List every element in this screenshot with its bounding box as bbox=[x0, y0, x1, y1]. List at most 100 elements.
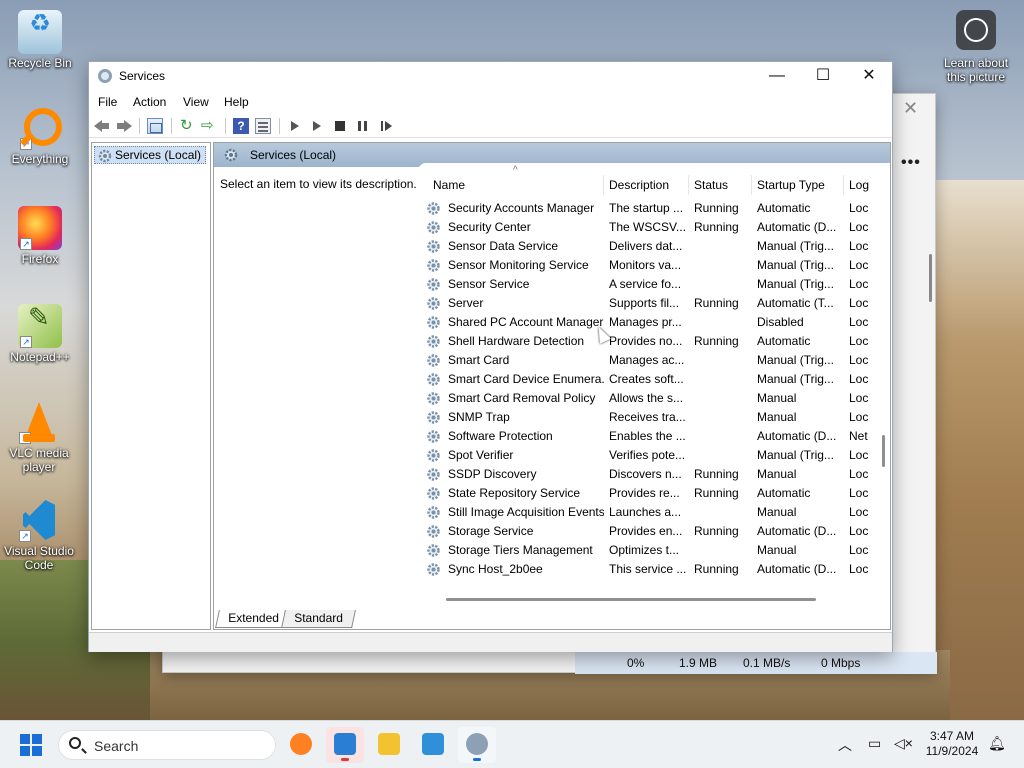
app-glyph-icon bbox=[334, 733, 356, 755]
start-service-icon[interactable] bbox=[287, 118, 303, 134]
column-header-log-on-as[interactable]: Log bbox=[844, 175, 890, 195]
app-taskbar-icon[interactable] bbox=[326, 727, 364, 763]
table-row[interactable]: Smart Card Device Enumera... Creates soft… bbox=[418, 370, 890, 389]
service-gear-icon bbox=[427, 411, 440, 424]
start-button[interactable] bbox=[20, 734, 42, 756]
volume-muted-icon[interactable]: ◁× bbox=[894, 735, 913, 752]
services-window[interactable]: Services — ☐ ✕ File Action View Help ? S… bbox=[88, 61, 893, 652]
file-explorer-glyph-icon bbox=[378, 733, 400, 755]
notification-bell-icon[interactable]: 🔔︎ bbox=[988, 735, 1006, 752]
scrollbar[interactable] bbox=[929, 254, 932, 302]
services-list[interactable]: ^ Name Description Status Startup Type L… bbox=[418, 163, 890, 615]
desktop-icon-vlc[interactable]: ↗ VLC media player bbox=[0, 400, 78, 474]
network-icon[interactable]: ▭ bbox=[868, 735, 881, 752]
desktop-icon-recycle-bin[interactable]: Recycle Bin bbox=[0, 10, 80, 70]
menu-view[interactable]: View bbox=[183, 95, 209, 109]
menu-action[interactable]: Action bbox=[133, 95, 166, 109]
table-row[interactable]: SNMP Trap Receives tra... Manual Loc bbox=[418, 408, 890, 427]
service-status bbox=[694, 541, 752, 560]
table-row[interactable]: Sensor Monitoring Service Monitors va... M… bbox=[418, 256, 890, 275]
show-console-tree-icon[interactable] bbox=[147, 118, 163, 134]
running-indicator bbox=[473, 758, 481, 761]
tab-standard[interactable]: Standard bbox=[281, 610, 356, 628]
service-startup-type: Automatic bbox=[757, 201, 811, 215]
table-row[interactable]: Storage Service Provides en... Running Auto… bbox=[418, 522, 890, 541]
desktop-icon-firefox[interactable]: ↗ Firefox bbox=[0, 206, 80, 266]
service-gear-icon bbox=[427, 354, 440, 367]
stop-service-icon[interactable] bbox=[332, 118, 348, 134]
table-row[interactable]: Spot Verifier Verifies pote... Manual (Tri… bbox=[418, 446, 890, 465]
firefox-taskbar-icon[interactable] bbox=[282, 727, 320, 763]
tree-item-services-local[interactable]: Services (Local) bbox=[94, 146, 207, 164]
table-row[interactable]: Security Center The WSCSV... Running Automa… bbox=[418, 218, 890, 237]
more-options-icon[interactable]: ••• bbox=[901, 154, 921, 172]
service-status bbox=[694, 256, 752, 275]
column-header-name[interactable]: Name bbox=[428, 175, 604, 195]
desktop-icon-vscode[interactable]: ↗ Visual Studio Code bbox=[0, 498, 78, 572]
table-row[interactable]: Sync Host_2b0ee This service ... Running Au… bbox=[418, 560, 890, 579]
forward-arrow-icon[interactable] bbox=[116, 118, 132, 134]
menu-help[interactable]: Help bbox=[224, 95, 249, 109]
service-description: Provides no... bbox=[609, 334, 683, 348]
table-row[interactable]: Storage Tiers Management Optimizes t... Ma… bbox=[418, 541, 890, 560]
desktop-icon-notepad-plus-plus[interactable]: ↗ Notepad++ bbox=[0, 304, 80, 364]
properties-icon[interactable] bbox=[255, 118, 271, 134]
learn-about-picture[interactable]: Learn about this picture bbox=[938, 10, 1014, 84]
clock[interactable]: 3:47 AM 11/9/2024 bbox=[920, 729, 984, 759]
taskbar-search[interactable]: Search bbox=[58, 730, 276, 760]
title-bar[interactable]: Services — ☐ ✕ bbox=[89, 62, 892, 90]
disk-value: 0.1 MB/s bbox=[743, 656, 791, 670]
table-row[interactable]: Software Protection Enables the ... Automa… bbox=[418, 427, 890, 446]
tab-extended[interactable]: Extended bbox=[215, 610, 292, 628]
column-header-startup-type[interactable]: Startup Type bbox=[752, 175, 844, 195]
restart-service-icon[interactable] bbox=[378, 118, 394, 134]
service-gear-icon bbox=[427, 335, 440, 348]
details-pane[interactable]: Services (Local) Select an item to view … bbox=[213, 142, 891, 630]
column-header-status[interactable]: Status bbox=[689, 175, 752, 195]
service-startup-type: Manual (Trig... bbox=[757, 239, 834, 253]
close-button[interactable]: ✕ bbox=[846, 62, 892, 90]
service-status: Running bbox=[694, 201, 739, 215]
pause-service-icon[interactable] bbox=[355, 118, 371, 134]
console-tree[interactable]: Services (Local) bbox=[91, 142, 211, 630]
wallpaper-cliff bbox=[924, 180, 1024, 720]
maximize-button[interactable]: ☐ bbox=[800, 62, 846, 90]
minimize-button[interactable]: — bbox=[754, 62, 800, 90]
table-row[interactable]: Shell Hardware Detection Provides no... Ru… bbox=[418, 332, 890, 351]
services-taskbar-icon[interactable] bbox=[458, 727, 496, 763]
export-list-icon[interactable] bbox=[201, 116, 217, 134]
desktop-icon-label: Everything bbox=[11, 152, 69, 166]
file-explorer-taskbar-icon[interactable] bbox=[370, 727, 408, 763]
refresh-icon[interactable] bbox=[179, 116, 195, 134]
close-icon[interactable]: ✕ bbox=[903, 98, 918, 119]
service-log-on-as: Loc bbox=[849, 296, 869, 310]
service-status: Running bbox=[694, 524, 739, 538]
table-row[interactable]: Server Supports fil... Running Automatic (T… bbox=[418, 294, 890, 313]
table-row[interactable]: Sensor Service A service fo... Manual (Tri… bbox=[418, 275, 890, 294]
table-row[interactable]: Smart Card Removal Policy Allows the s...… bbox=[418, 389, 890, 408]
table-row[interactable]: State Repository Service Provides re... Ru… bbox=[418, 484, 890, 503]
table-row[interactable]: Shared PC Account Manager Manages pr... Di… bbox=[418, 313, 890, 332]
menu-bar: File Action View Help bbox=[89, 92, 892, 112]
menu-file[interactable]: File bbox=[98, 95, 117, 109]
service-startup-type: Disabled bbox=[757, 315, 804, 329]
back-arrow-icon[interactable] bbox=[94, 118, 110, 134]
service-status: Running bbox=[694, 562, 739, 576]
table-row[interactable]: Still Image Acquisition Events Launches a… bbox=[418, 503, 890, 522]
service-log-on-as: Loc bbox=[849, 467, 869, 481]
column-header-description[interactable]: Description bbox=[604, 175, 689, 195]
start-service-alt-icon[interactable] bbox=[309, 118, 325, 134]
firefox-glyph-icon bbox=[290, 733, 312, 755]
help-icon[interactable]: ? bbox=[233, 118, 249, 134]
service-gear-icon bbox=[427, 506, 440, 519]
photos-taskbar-icon[interactable] bbox=[414, 727, 452, 763]
table-row[interactable]: Smart Card Manages ac... Manual (Trig... Lo… bbox=[418, 351, 890, 370]
table-row[interactable]: Security Accounts Manager The startup ...… bbox=[418, 199, 890, 218]
table-row[interactable]: SSDP Discovery Discovers n... Running Manua… bbox=[418, 465, 890, 484]
taskbar: Search ︿ ▭ ◁× 3:47 AM 11/9/2024 🔔︎ bbox=[0, 720, 1024, 768]
desktop-icon-everything[interactable]: ↗ Everything bbox=[0, 106, 80, 166]
show-hidden-icons-chevron-icon[interactable]: ︿ bbox=[838, 735, 852, 755]
table-row[interactable]: Sensor Data Service Delivers dat... Manual… bbox=[418, 237, 890, 256]
vertical-scrollbar[interactable] bbox=[882, 435, 885, 467]
horizontal-scrollbar[interactable] bbox=[446, 598, 816, 601]
